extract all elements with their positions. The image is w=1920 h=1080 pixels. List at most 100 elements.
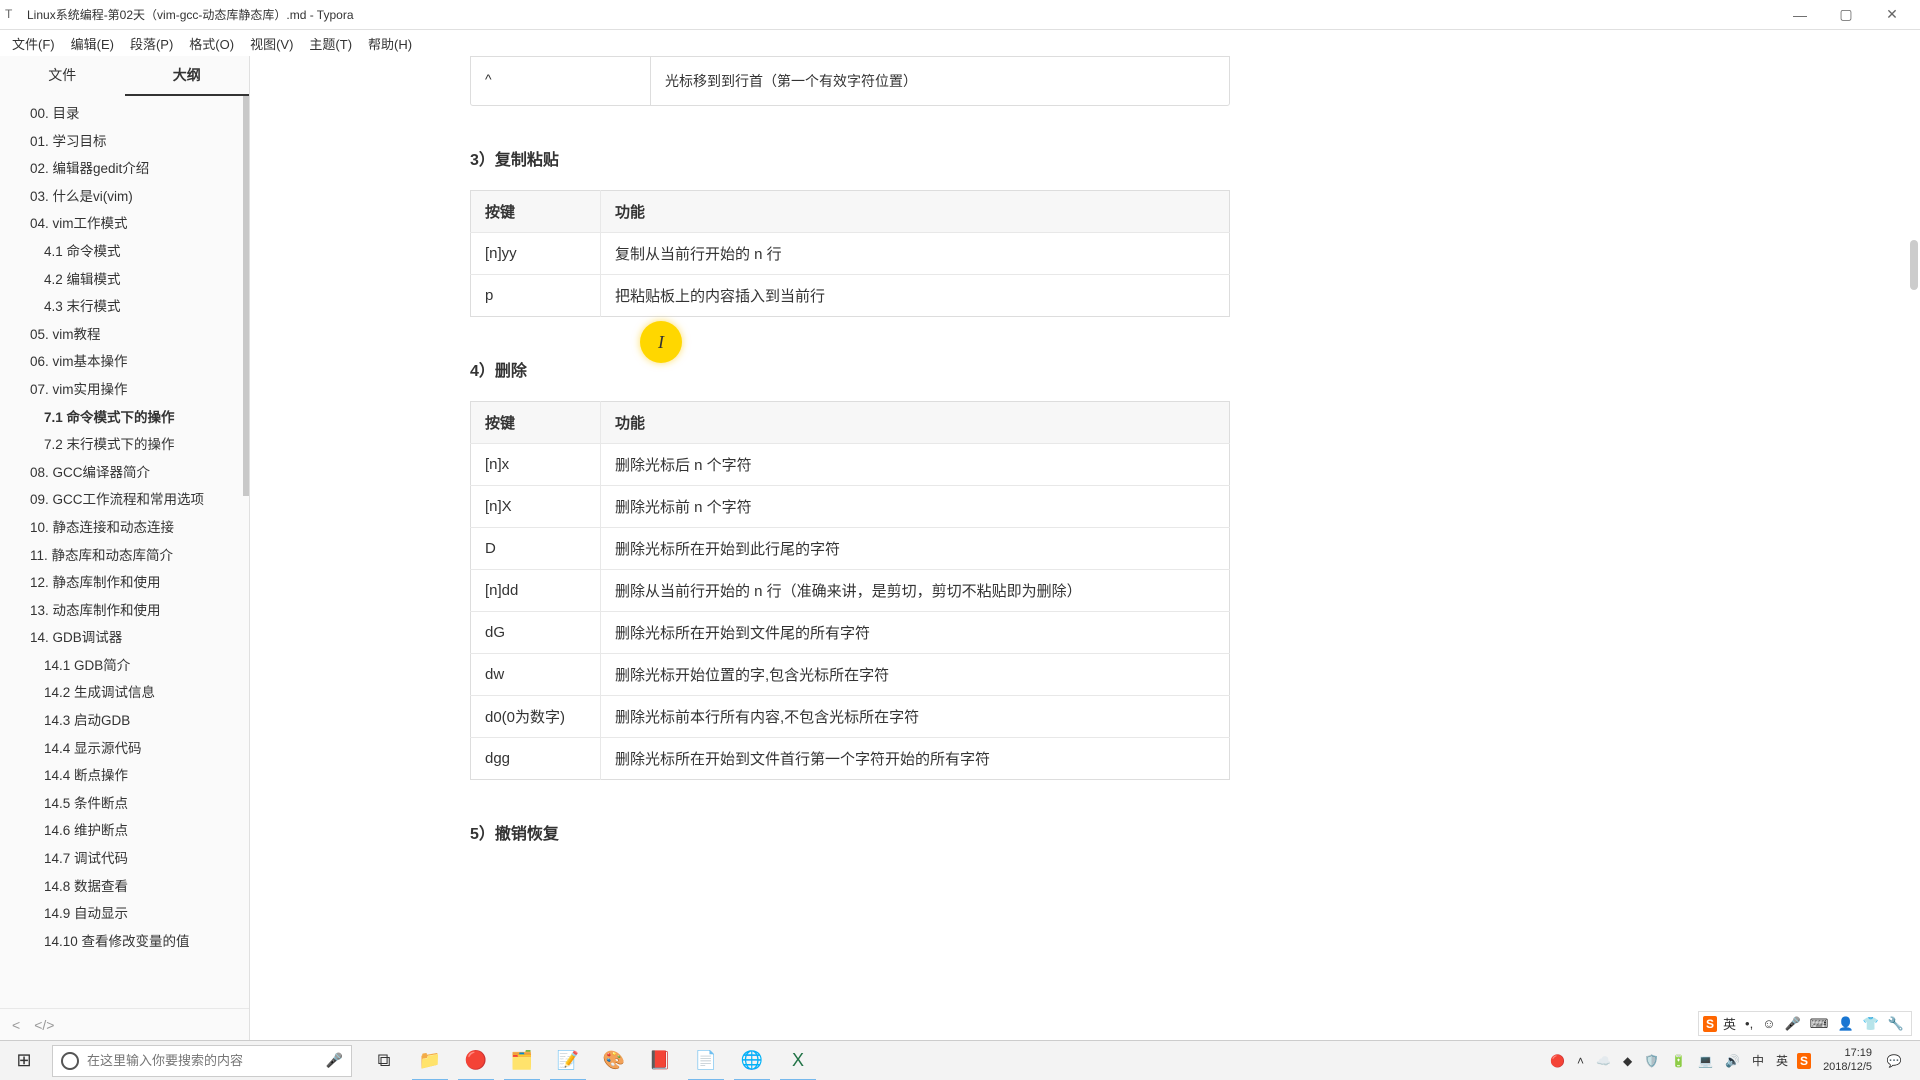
sidebar-tabs: 文件 大纲: [0, 56, 249, 96]
tray-network-icon[interactable]: 💻: [1695, 1054, 1716, 1068]
editor-content[interactable]: ^ 光标移到到行首（第一个有效字符位置） 3）复制粘贴 按键 功能 [n]yy …: [250, 56, 1920, 1040]
tray-shield-icon[interactable]: 🛡️: [1641, 1054, 1662, 1068]
menu-format[interactable]: 格式(O): [181, 32, 242, 55]
app-folder-icon[interactable]: 🗂️: [500, 1041, 544, 1080]
app-excel-icon[interactable]: X: [776, 1041, 820, 1080]
app-notepad-icon[interactable]: 📄: [684, 1041, 728, 1080]
tray-red-icon[interactable]: 🔴: [1547, 1054, 1568, 1068]
ime-voice-icon[interactable]: 🎤: [1781, 1016, 1803, 1032]
task-view-icon[interactable]: ⧉: [362, 1041, 406, 1080]
outline-item[interactable]: 13. 动态库制作和使用: [0, 597, 249, 625]
outline-item[interactable]: 14.3 启动GDB: [0, 707, 249, 735]
menu-view[interactable]: 视图(V): [242, 32, 301, 55]
menu-edit[interactable]: 编辑(E): [63, 32, 122, 55]
table-cell-value: 删除光标开始位置的字,包含光标所在字符: [601, 654, 1230, 696]
outline-item[interactable]: 03. 什么是vi(vim): [0, 183, 249, 211]
tab-files[interactable]: 文件: [0, 56, 125, 96]
outline-item[interactable]: 11. 静态库和动态库简介: [0, 542, 249, 570]
tray-chevron-icon[interactable]: ˄: [1574, 1054, 1587, 1068]
close-button[interactable]: ✕: [1869, 0, 1915, 30]
app-typora-icon[interactable]: 📝: [546, 1041, 590, 1080]
outline-item[interactable]: 4.3 末行模式: [0, 293, 249, 321]
outline-item[interactable]: 4.1 命令模式: [0, 238, 249, 266]
tray-volume-icon[interactable]: 🔊: [1722, 1054, 1743, 1068]
outline-item[interactable]: 4.2 编辑模式: [0, 266, 249, 294]
outline-item[interactable]: 7.1 命令模式下的操作: [0, 404, 249, 432]
ime-user-icon[interactable]: 👤: [1834, 1016, 1856, 1032]
outline-item[interactable]: 14.8 数据查看: [0, 873, 249, 901]
code-icon[interactable]: </>: [34, 1017, 54, 1033]
start-button[interactable]: ⊞: [0, 1041, 48, 1080]
table-cell-key: dw: [471, 654, 601, 696]
ime-toolbar[interactable]: S 英 •, ☺ 🎤 ⌨ 👤 👕 🔧: [1698, 1011, 1912, 1036]
tray-ime-lang[interactable]: 英: [1773, 1052, 1791, 1069]
sogou-icon[interactable]: S: [1703, 1016, 1717, 1032]
table-row: D删除光标所在开始到此行尾的字符: [471, 528, 1230, 570]
back-icon[interactable]: <: [12, 1017, 20, 1033]
outline-item[interactable]: 14.4 显示源代码: [0, 735, 249, 763]
app-paint-icon[interactable]: 🎨: [592, 1041, 636, 1080]
outline-item[interactable]: 14.7 调试代码: [0, 845, 249, 873]
heading-copy-paste: 3）复制粘贴: [470, 146, 1230, 170]
tray-ime-mode[interactable]: 中: [1749, 1052, 1767, 1069]
heading-undo-redo: 5）撤销恢复: [470, 820, 1230, 844]
outline-list[interactable]: 00. 目录01. 学习目标02. 编辑器gedit介绍03. 什么是vi(vi…: [0, 96, 249, 1008]
outline-item[interactable]: 14.9 自动显示: [0, 900, 249, 928]
outline-item[interactable]: 7.2 末行模式下的操作: [0, 431, 249, 459]
tray-sogou-icon[interactable]: S: [1797, 1053, 1811, 1069]
menu-paragraph[interactable]: 段落(P): [122, 32, 181, 55]
table-cell-key: [n]x: [471, 444, 601, 486]
ime-toolbox-icon[interactable]: 🔧: [1885, 1016, 1907, 1032]
sidebar: 文件 大纲 00. 目录01. 学习目标02. 编辑器gedit介绍03. 什么…: [0, 56, 250, 1040]
app-explorer-icon[interactable]: 📁: [408, 1041, 452, 1080]
outline-item[interactable]: 06. vim基本操作: [0, 348, 249, 376]
outline-item[interactable]: 14.2 生成调试信息: [0, 679, 249, 707]
maximize-button[interactable]: ▢: [1823, 0, 1869, 30]
search-input[interactable]: [87, 1053, 320, 1068]
app-pdf-icon[interactable]: 📕: [638, 1041, 682, 1080]
outline-item[interactable]: 12. 静态库制作和使用: [0, 569, 249, 597]
outline-item[interactable]: 10. 静态连接和动态连接: [0, 514, 249, 542]
sidebar-scrollbar[interactable]: [243, 96, 249, 496]
outline-item[interactable]: 01. 学习目标: [0, 128, 249, 156]
outline-item[interactable]: 14.6 维护断点: [0, 817, 249, 845]
action-center-icon[interactable]: 💬: [1878, 1041, 1910, 1080]
table-cell-key: dgg: [471, 738, 601, 780]
outline-item[interactable]: 14.1 GDB简介: [0, 652, 249, 680]
taskbar-search[interactable]: 🎤: [52, 1045, 352, 1077]
taskbar-clock[interactable]: 17:19 2018/12/5: [1823, 1047, 1872, 1073]
ime-punct-icon[interactable]: •,: [1742, 1016, 1756, 1031]
app-red-icon[interactable]: 🔴: [454, 1041, 498, 1080]
minimize-button[interactable]: —: [1777, 0, 1823, 30]
outline-item[interactable]: 14.5 条件断点: [0, 790, 249, 818]
app-browser-icon[interactable]: 🌐: [730, 1041, 774, 1080]
outline-item[interactable]: 05. vim教程: [0, 321, 249, 349]
outline-item[interactable]: 02. 编辑器gedit介绍: [0, 155, 249, 183]
tray-battery-icon[interactable]: 🔋: [1668, 1054, 1689, 1068]
outline-item[interactable]: 14. GDB调试器: [0, 624, 249, 652]
mic-icon[interactable]: 🎤: [326, 1052, 343, 1069]
tab-outline[interactable]: 大纲: [125, 56, 250, 96]
outline-item[interactable]: 04. vim工作模式: [0, 210, 249, 238]
table-row: [n]yy 复制从当前行开始的 n 行: [471, 233, 1230, 275]
table-header: 功能: [601, 191, 1230, 233]
table-cell-value: 把粘贴板上的内容插入到当前行: [601, 275, 1230, 317]
outline-item[interactable]: 00. 目录: [0, 100, 249, 128]
ime-skin-icon[interactable]: 👕: [1860, 1016, 1882, 1032]
tray-cube-icon[interactable]: ◆: [1620, 1054, 1635, 1068]
table-cell-key: [n]dd: [471, 570, 601, 612]
table-cell-value: 复制从当前行开始的 n 行: [601, 233, 1230, 275]
outline-item[interactable]: 14.10 查看修改变量的值: [0, 928, 249, 956]
menu-help[interactable]: 帮助(H): [360, 32, 420, 55]
outline-item[interactable]: 09. GCC工作流程和常用选项: [0, 486, 249, 514]
outline-item[interactable]: 14.4 断点操作: [0, 762, 249, 790]
tray-cloud-icon[interactable]: ☁️: [1593, 1054, 1614, 1068]
ime-keyboard-icon[interactable]: ⌨: [1807, 1016, 1832, 1032]
content-scrollbar[interactable]: [1910, 240, 1918, 290]
ime-emoji-icon[interactable]: ☺: [1759, 1016, 1778, 1031]
ime-lang[interactable]: 英: [1720, 1014, 1739, 1033]
menu-theme[interactable]: 主题(T): [301, 32, 360, 55]
menu-file[interactable]: 文件(F): [4, 32, 63, 55]
outline-item[interactable]: 08. GCC编译器简介: [0, 459, 249, 487]
outline-item[interactable]: 07. vim实用操作: [0, 376, 249, 404]
